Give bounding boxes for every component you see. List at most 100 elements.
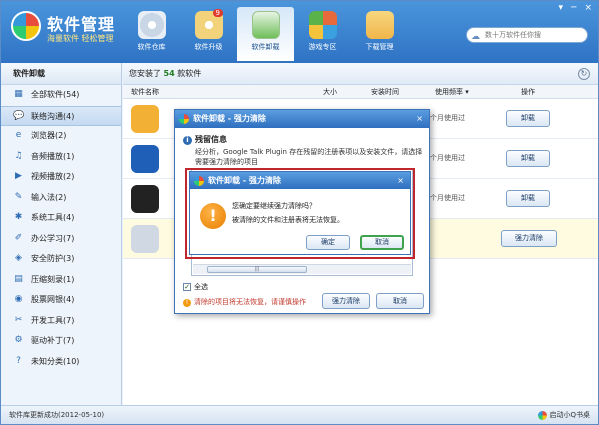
sidebar-item-label: 未知分类(10): [31, 356, 80, 366]
force-clear-button[interactable]: 强力清除: [322, 293, 370, 309]
residual-description: 经分析，Google Talk Plugin 存在残留的注册表项以及安装文件，请…: [195, 148, 423, 166]
sidebar-item[interactable]: ✂ 开发工具(7): [1, 311, 121, 332]
nav-download-manager[interactable]: 下载管理: [351, 7, 408, 61]
sidebar-item-label: 开发工具(7): [31, 315, 75, 325]
header: 软件管理 海量软件 轻松管理 软件仓库 9 软件升级 软件卸载 游戏专区 下载管…: [1, 1, 598, 63]
sidebar-item-label: 浏览器(2): [31, 131, 67, 140]
nav-label: 下载管理: [365, 43, 394, 51]
minimize-icon[interactable]: ─: [571, 3, 576, 13]
col-size[interactable]: 大小: [323, 85, 337, 99]
dialog-close-icon[interactable]: ×: [416, 110, 423, 128]
search-icon: ☁: [471, 32, 480, 42]
search-input[interactable]: ☁ 数十万软件任你搜: [466, 27, 588, 43]
sidebar-item-label: 视频播放(2): [31, 172, 75, 181]
uninstall-button[interactable]: 卸载: [506, 190, 550, 207]
nav-software-uninstall[interactable]: 软件卸载: [237, 7, 294, 61]
sidebar-item[interactable]: e 浏览器(2): [1, 126, 121, 147]
upgrade-count-badge: 9: [212, 9, 223, 17]
confirm-logo-icon: [194, 176, 204, 186]
scrollbar-thumb[interactable]: |||: [207, 266, 307, 273]
category-icon: ▤: [14, 273, 23, 284]
count-suffix: 款软件: [177, 69, 202, 78]
confirm-close-icon[interactable]: ×: [397, 172, 404, 189]
col-install-time[interactable]: 安装时间: [371, 85, 399, 99]
confirm-cancel-button[interactable]: 取消: [360, 235, 404, 250]
dialog-titlebar: 软件卸载 - 强力清除 ×: [175, 110, 429, 128]
sidebar-item[interactable]: ▤ 压缩刻录(1): [1, 270, 121, 291]
top-nav: 软件仓库 9 软件升级 软件卸载 游戏专区 下载管理: [123, 7, 408, 63]
game-tiles-icon: [308, 11, 337, 39]
cd-icon: [137, 11, 166, 39]
launch-qdesk-label: 启动小Q书桌: [549, 411, 590, 419]
software-manager-window: 软件管理 海量软件 轻松管理 软件仓库 9 软件升级 软件卸载 游戏专区 下载管…: [0, 0, 599, 425]
confirm-dialog: 软件卸载 - 强力清除 × ! 您确定要继续强力清除吗？ 被清除的文件和注册表将…: [189, 171, 411, 255]
col-name[interactable]: 软件名称: [131, 85, 159, 99]
status-bar: 软件库更新成功(2012-05-10) 启动小Q书桌: [1, 405, 598, 424]
menu-dropdown-icon[interactable]: ▾: [559, 3, 564, 13]
software-icon: [131, 225, 159, 253]
irreversible-warning-text: 清除的项目将无法恢复，请谨慎操作: [194, 298, 306, 306]
col-usage-frequency[interactable]: 使用频率 ▾: [435, 85, 469, 99]
sidebar-list: ▦ 全部软件(54) 💬 联络沟通(4) e 浏览器(2) ♫ 音频播放(1) ▶ 视频播放(2)…: [1, 85, 121, 372]
sidebar-item-label: 音频播放(1): [31, 151, 75, 161]
sidebar-item-label: 压缩刻录(1): [31, 274, 75, 284]
category-icon: ✎: [14, 191, 23, 202]
nav-label: 软件升级: [194, 43, 223, 51]
checkbox-checked-icon: ✓: [183, 283, 191, 291]
uninstall-button[interactable]: 卸载: [506, 110, 550, 127]
col-action: 操作: [521, 88, 535, 96]
nav-label: 软件卸载: [251, 43, 280, 51]
warning-icon: !: [183, 299, 191, 307]
select-all-checkbox[interactable]: ✓ 全选: [183, 282, 208, 292]
sidebar-item[interactable]: ▦ 全部软件(54): [1, 85, 121, 106]
sidebar-item-label: 全部软件(54): [31, 90, 80, 99]
close-icon[interactable]: ×: [584, 3, 592, 13]
search-placeholder: 数十万软件任你搜: [485, 31, 541, 39]
nav-game-zone[interactable]: 游戏专区: [294, 7, 351, 61]
confirm-ok-button[interactable]: 确定: [306, 235, 350, 250]
sidebar-item[interactable]: ✎ 输入法(2): [1, 188, 121, 209]
sidebar-item[interactable]: ◉ 股票网银(4): [1, 290, 121, 311]
confirm-title: 软件卸载 - 强力清除: [208, 176, 281, 185]
sidebar-item-label: 安全防护(3): [31, 254, 75, 263]
sidebar-title: 软件卸载: [1, 63, 121, 85]
info-icon: i: [183, 136, 192, 145]
category-icon: ▦: [14, 89, 23, 99]
nav-software-upgrade[interactable]: 9 软件升级: [180, 7, 237, 61]
sidebar-item[interactable]: 💬 联络沟通(4): [1, 105, 121, 126]
sidebar-item[interactable]: ▶ 视频播放(2): [1, 167, 121, 188]
sidebar-item[interactable]: ✐ 办公学习(7): [1, 229, 121, 250]
sidebar-item-label: 股票网银(4): [31, 295, 75, 304]
sidebar-item[interactable]: ✱ 系统工具(4): [1, 208, 121, 229]
download-folder-icon: [365, 11, 394, 39]
sidebar-item-label: 驱动补丁(7): [31, 336, 75, 345]
app-slogan: 海量软件 轻松管理: [47, 34, 114, 43]
qdesk-icon: [538, 410, 548, 420]
refresh-icon[interactable]: ↻: [578, 68, 590, 80]
sidebar-item[interactable]: ? 未知分类(10): [1, 352, 121, 373]
warning-exclamation-icon: !: [200, 203, 226, 229]
nav-label: 软件仓库: [137, 43, 166, 51]
app-title: 软件管理: [47, 15, 116, 34]
dialog-logo-icon: [179, 114, 189, 124]
launch-qdesk-link[interactable]: 启动小Q书桌: [538, 406, 590, 424]
category-icon: 💬: [13, 110, 25, 121]
sidebar-item[interactable]: ◈ 安全防护(3): [1, 249, 121, 270]
nav-software-store[interactable]: 软件仓库: [123, 7, 180, 61]
sidebar-item[interactable]: ♫ 音频播放(1): [1, 147, 121, 168]
dialog-cancel-button[interactable]: 取消: [376, 293, 424, 309]
software-icon: [131, 185, 159, 213]
sidebar-item[interactable]: ⚙ 驱动补丁(7): [1, 331, 121, 352]
window-controls: ▾ ─ ×: [559, 3, 593, 13]
column-header: 软件名称 大小 安装时间 使用频率 ▾ 操作: [123, 85, 598, 99]
category-icon: ◈: [15, 253, 22, 263]
nav-label: 游戏专区: [308, 43, 337, 51]
category-icon: ✱: [14, 212, 23, 222]
category-icon: ♫: [14, 150, 23, 161]
library-update-status: 软件库更新成功(2012-05-10): [9, 411, 105, 419]
category-icon: ⚙: [14, 335, 23, 345]
force-clear-row-button[interactable]: 强力清除: [501, 230, 557, 247]
uninstall-button[interactable]: 卸载: [506, 150, 550, 167]
horizontal-scrollbar[interactable]: |||: [193, 264, 411, 274]
select-all-label: 全选: [194, 283, 208, 291]
